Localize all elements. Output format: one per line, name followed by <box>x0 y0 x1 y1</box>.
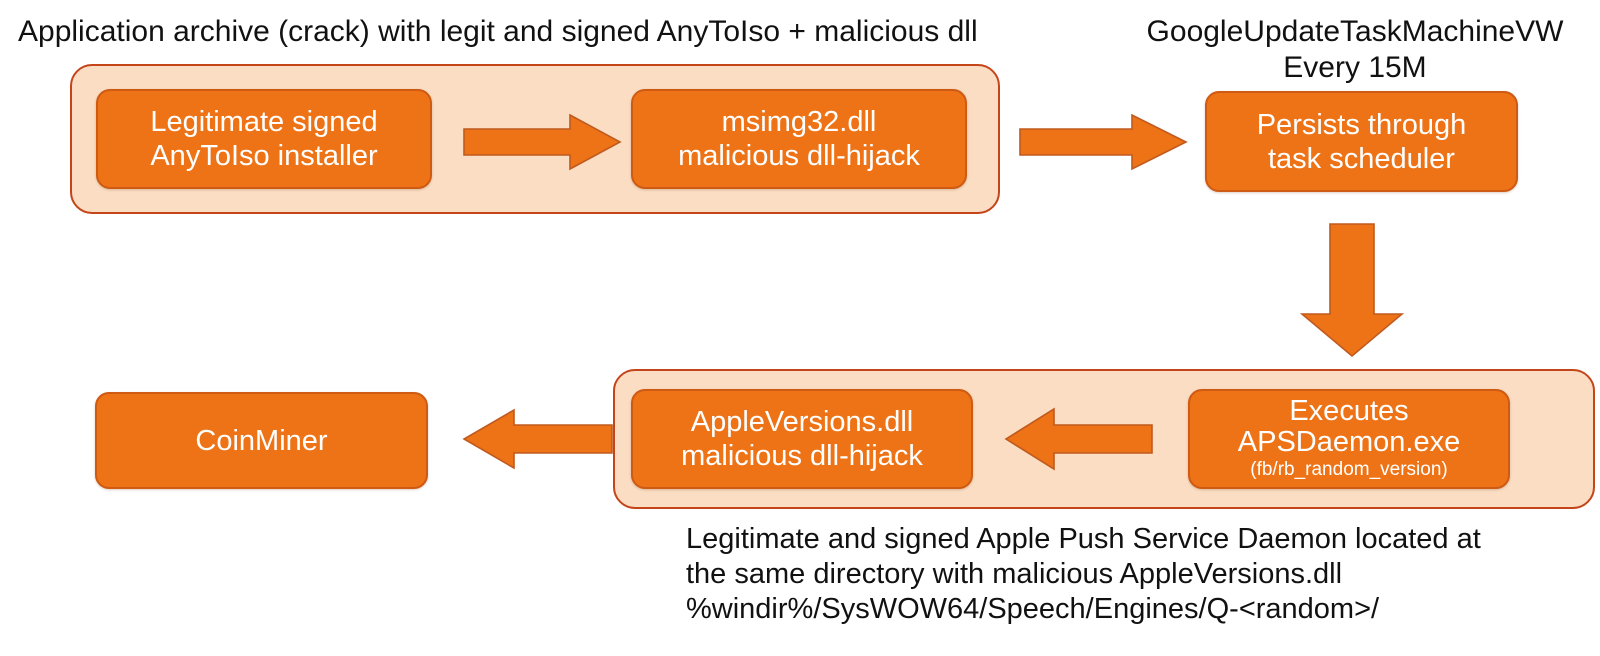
executes-apsdaemon-main: Executes APSDaemon.exe <box>1237 395 1461 458</box>
arrow-right-archive-to-scheduler <box>1018 113 1188 171</box>
box-appleversions-dll[interactable]: AppleVersions.dll malicious dll-hijack <box>631 389 973 489</box>
arrow-left-executes-to-appleversions <box>1004 407 1154 471</box>
box-persists-task-scheduler[interactable]: Persists through task scheduler <box>1205 91 1518 192</box>
bottom-explanatory-note: Legitimate and signed Apple Push Service… <box>686 523 1481 625</box>
arrow-left-appleversions-to-coinminer <box>462 408 614 470</box>
top-right-caption: GoogleUpdateTaskMachineVW Every 15M <box>1146 15 1564 84</box>
box-msimg32-dll[interactable]: msimg32.dll malicious dll-hijack <box>631 89 967 189</box>
arrow-right-installer-to-msimg32 <box>462 113 622 171</box>
arrow-down-scheduler-to-executes <box>1297 222 1407 358</box>
box-legitimate-installer[interactable]: Legitimate signed AnyToIso installer <box>96 89 432 189</box>
top-left-caption: Application archive (crack) with legit a… <box>18 15 978 48</box>
executes-apsdaemon-sub: (fb/rb_random_version) <box>1250 459 1448 480</box>
box-coinminer[interactable]: CoinMiner <box>95 392 428 489</box>
box-executes-apsdaemon[interactable]: Executes APSDaemon.exe (fb/rb_random_ver… <box>1188 389 1510 489</box>
